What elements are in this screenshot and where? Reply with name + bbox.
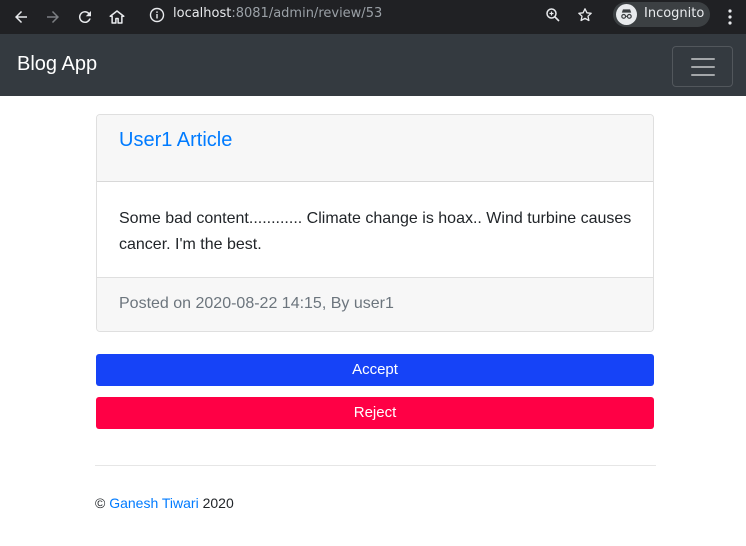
zoom-icon[interactable] xyxy=(545,7,561,23)
hamburger-icon xyxy=(690,57,715,76)
forward-button[interactable] xyxy=(42,6,64,28)
copyright-year: 2020 xyxy=(202,495,234,511)
card-body: Some bad content............ Climate cha… xyxy=(97,182,653,278)
address-bar[interactable]: localhost:8081/admin/review/53 xyxy=(140,2,602,28)
url-text: localhost:8081/admin/review/53 xyxy=(173,6,382,21)
incognito-icon xyxy=(616,4,637,25)
home-button[interactable] xyxy=(106,6,128,28)
author-link[interactable]: Ganesh Tiwari xyxy=(109,495,198,511)
navbar: Blog App xyxy=(0,34,746,96)
menu-kebab-icon[interactable] xyxy=(725,8,735,26)
article-card: User1 Article Some bad content..........… xyxy=(96,114,654,332)
reject-button[interactable]: Reject xyxy=(96,397,654,429)
copyright: © Ganesh Tiwari 2020 xyxy=(95,495,234,511)
reload-button[interactable] xyxy=(74,6,96,28)
navbar-toggler-button[interactable] xyxy=(672,46,733,87)
incognito-label: Incognito xyxy=(644,6,705,21)
browser-toolbar: localhost:8081/admin/review/53 Incognito xyxy=(0,0,746,34)
card-footer: Posted on 2020-08-22 14:15, By user1 xyxy=(97,278,653,331)
url-host: localhost xyxy=(173,6,232,21)
arrow-right-icon xyxy=(47,11,59,23)
accept-button[interactable]: Accept xyxy=(96,354,654,386)
back-button[interactable] xyxy=(10,6,32,28)
copyright-symbol: © xyxy=(95,495,106,511)
card-header: User1 Article xyxy=(97,115,653,182)
reload-icon xyxy=(78,11,91,24)
incognito-badge[interactable]: Incognito xyxy=(613,2,710,27)
article-content: Some bad content............ Climate cha… xyxy=(119,210,632,253)
brand-link[interactable]: Blog App xyxy=(17,53,97,76)
star-icon[interactable] xyxy=(577,7,593,23)
home-icon xyxy=(109,10,125,24)
arrow-left-icon xyxy=(15,11,27,23)
article-meta: Posted on 2020-08-22 14:15, By user1 xyxy=(119,295,394,312)
article-title-link[interactable]: User1 Article xyxy=(119,129,232,152)
url-path: :8081/admin/review/53 xyxy=(231,6,383,21)
info-icon[interactable] xyxy=(149,7,165,23)
footer-divider xyxy=(95,465,656,466)
